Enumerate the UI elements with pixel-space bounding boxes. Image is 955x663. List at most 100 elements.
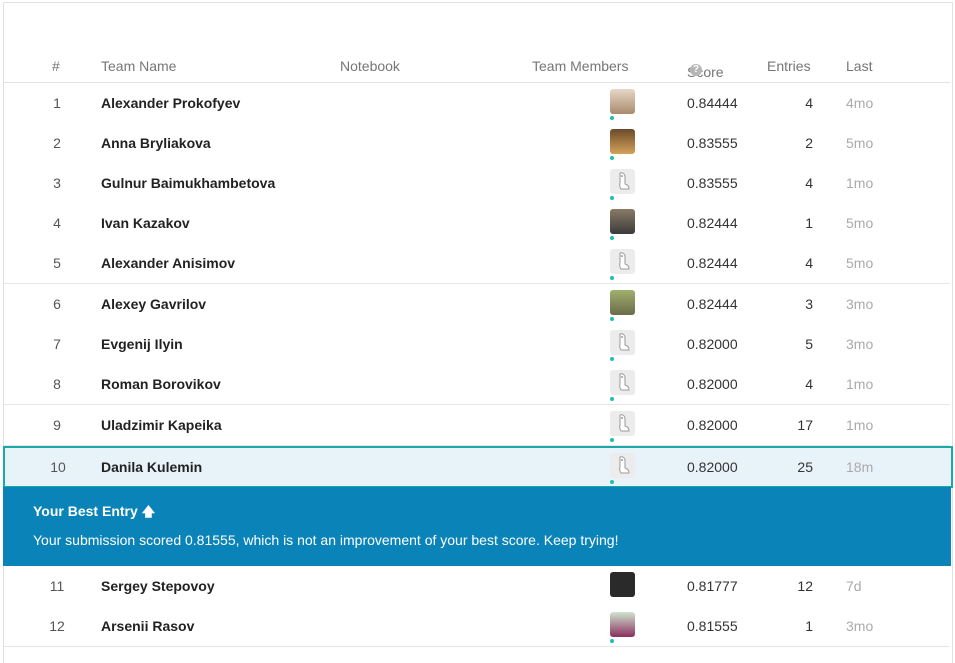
row-last: 1mo — [846, 175, 874, 191]
row-last: 18m — [846, 459, 874, 475]
header-notebook: Notebook — [340, 58, 400, 74]
avatar[interactable] — [610, 612, 635, 637]
banner-title: Your Best Entry 🡅 — [33, 503, 155, 525]
team-name-link[interactable]: Uladzimir Kapeika — [101, 417, 222, 433]
row-entries: 12 — [797, 578, 813, 594]
status-dot — [610, 397, 614, 401]
row-last: 5mo — [846, 135, 874, 151]
team-name-link[interactable]: Gulnur Baimukhambetova — [101, 175, 275, 191]
row-score: 0.82000 — [687, 336, 738, 352]
leaderboard-row: 7 Evgenij Ilyin 0.82000 5 3mo — [4, 324, 950, 365]
row-rank: 12 — [49, 618, 65, 634]
row-rank: 4 — [53, 215, 61, 231]
team-name-link[interactable]: Roman Borovikov — [101, 376, 221, 392]
header-team-name[interactable]: Team Name — [101, 58, 176, 74]
avatar[interactable] — [610, 209, 635, 234]
status-dot — [610, 236, 614, 240]
row-last: 7d — [846, 578, 862, 594]
row-rank: 5 — [53, 255, 61, 271]
row-last: 5mo — [846, 255, 874, 271]
row-rank: 10 — [50, 459, 66, 475]
avatar[interactable] — [610, 290, 635, 315]
status-dot — [610, 438, 614, 442]
row-rank: 9 — [53, 417, 61, 433]
goose-avatar-icon[interactable] — [610, 330, 635, 355]
leaderboard-row: 4 Ivan Kazakov 0.82444 1 5mo — [4, 203, 950, 244]
row-rank: 2 — [53, 135, 61, 151]
status-dot — [610, 276, 614, 280]
status-dot — [610, 480, 614, 484]
status-dot — [610, 196, 614, 200]
row-score: 0.82444 — [687, 296, 738, 312]
team-name-link[interactable]: Alexander Prokofyev — [101, 95, 240, 111]
row-score: 0.82000 — [687, 459, 738, 475]
leaderboard-row-own-team: 10 Danila Kulemin 0.82000 25 18m — [3, 446, 953, 488]
row-last: 1mo — [846, 376, 874, 392]
row-last: 1mo — [846, 417, 874, 433]
row-rank: 11 — [49, 578, 65, 594]
leaderboard-row: 9 Uladzimir Kapeika 0.82000 17 1mo — [4, 405, 950, 446]
leaderboard-row: 6 Alexey Gavrilov 0.82444 3 3mo — [4, 284, 950, 325]
avatar[interactable] — [610, 89, 635, 114]
team-name-link[interactable]: Sergey Stepovoy — [101, 578, 215, 594]
row-entries: 4 — [805, 175, 813, 191]
header-entries[interactable]: Entries — [767, 58, 811, 74]
team-name-link[interactable]: Alexander Anisimov — [101, 255, 235, 271]
goose-avatar-icon[interactable] — [610, 453, 635, 478]
goose-avatar-icon[interactable] — [610, 370, 635, 395]
header-team-members: Team Members — [532, 58, 629, 74]
team-name-link[interactable]: Danila Kulemin — [101, 459, 202, 475]
team-name-link[interactable]: Anna Bryliakova — [101, 135, 211, 151]
row-entries: 17 — [797, 417, 813, 433]
row-entries: 4 — [805, 255, 813, 271]
leaderboard-row: 1 Alexander Prokofyev 0.84444 4 4mo — [4, 83, 950, 124]
status-dot — [610, 357, 614, 361]
row-entries: 25 — [797, 459, 813, 475]
row-score: 0.82444 — [687, 255, 738, 271]
row-score: 0.82000 — [687, 376, 738, 392]
row-rank: 8 — [53, 376, 61, 392]
row-score: 0.83555 — [687, 135, 738, 151]
avatar[interactable] — [610, 129, 635, 154]
status-dot — [610, 317, 614, 321]
team-name-link[interactable]: Evgenij Ilyin — [101, 336, 183, 352]
row-score: 0.84444 — [687, 95, 738, 111]
row-entries: 3 — [805, 296, 813, 312]
row-entries: 1 — [805, 215, 813, 231]
leaderboard-row: 2 Anna Bryliakova 0.83555 2 5mo — [4, 123, 950, 164]
row-rank: 1 — [53, 95, 61, 111]
arrow-up-icon: 🡅 — [141, 504, 156, 519]
team-name-link[interactable]: Alexey Gavrilov — [101, 296, 206, 312]
row-entries: 5 — [805, 336, 813, 352]
best-entry-banner: Your Best Entry 🡅 Your submission scored … — [3, 487, 951, 566]
row-score: 0.82000 — [687, 417, 738, 433]
row-last: 4mo — [846, 95, 874, 111]
team-name-link[interactable]: Arsenii Rasov — [101, 618, 194, 634]
row-entries: 4 — [805, 376, 813, 392]
goose-avatar-icon[interactable] — [610, 249, 635, 274]
row-rank: 6 — [53, 296, 61, 312]
row-rank: 3 — [53, 175, 61, 191]
question-circle-icon[interactable]: ? — [690, 64, 702, 76]
row-score: 0.81555 — [687, 618, 738, 634]
leaderboard-header: # Team Name Notebook Team Members Score?… — [4, 52, 950, 83]
row-last: 5mo — [846, 215, 874, 231]
banner-message: Your submission scored 0.81555, which is… — [33, 532, 619, 548]
leaderboard-row: 11 Sergey Stepovoy 0.81777 12 7d — [4, 566, 950, 607]
avatar[interactable] — [610, 572, 635, 597]
goose-avatar-icon[interactable] — [610, 411, 635, 436]
banner-title-text: Your Best Entry — [33, 503, 138, 519]
leaderboard-row: 3 Gulnur Baimukhambetova 0.83555 4 1mo — [4, 163, 950, 204]
goose-avatar-icon[interactable] — [610, 169, 635, 194]
row-last: 3mo — [846, 336, 874, 352]
leaderboard-row: 5 Alexander Anisimov 0.82444 4 5mo — [4, 243, 950, 284]
header-rank: # — [52, 58, 60, 74]
team-name-link[interactable]: Ivan Kazakov — [101, 215, 190, 231]
leaderboard-row: 8 Roman Borovikov 0.82000 4 1mo — [4, 364, 950, 405]
row-entries: 4 — [805, 95, 813, 111]
row-entries: 1 — [805, 618, 813, 634]
row-score: 0.81777 — [687, 578, 738, 594]
header-last[interactable]: Last — [846, 58, 872, 74]
status-dot — [610, 116, 614, 120]
status-dot — [610, 639, 614, 643]
